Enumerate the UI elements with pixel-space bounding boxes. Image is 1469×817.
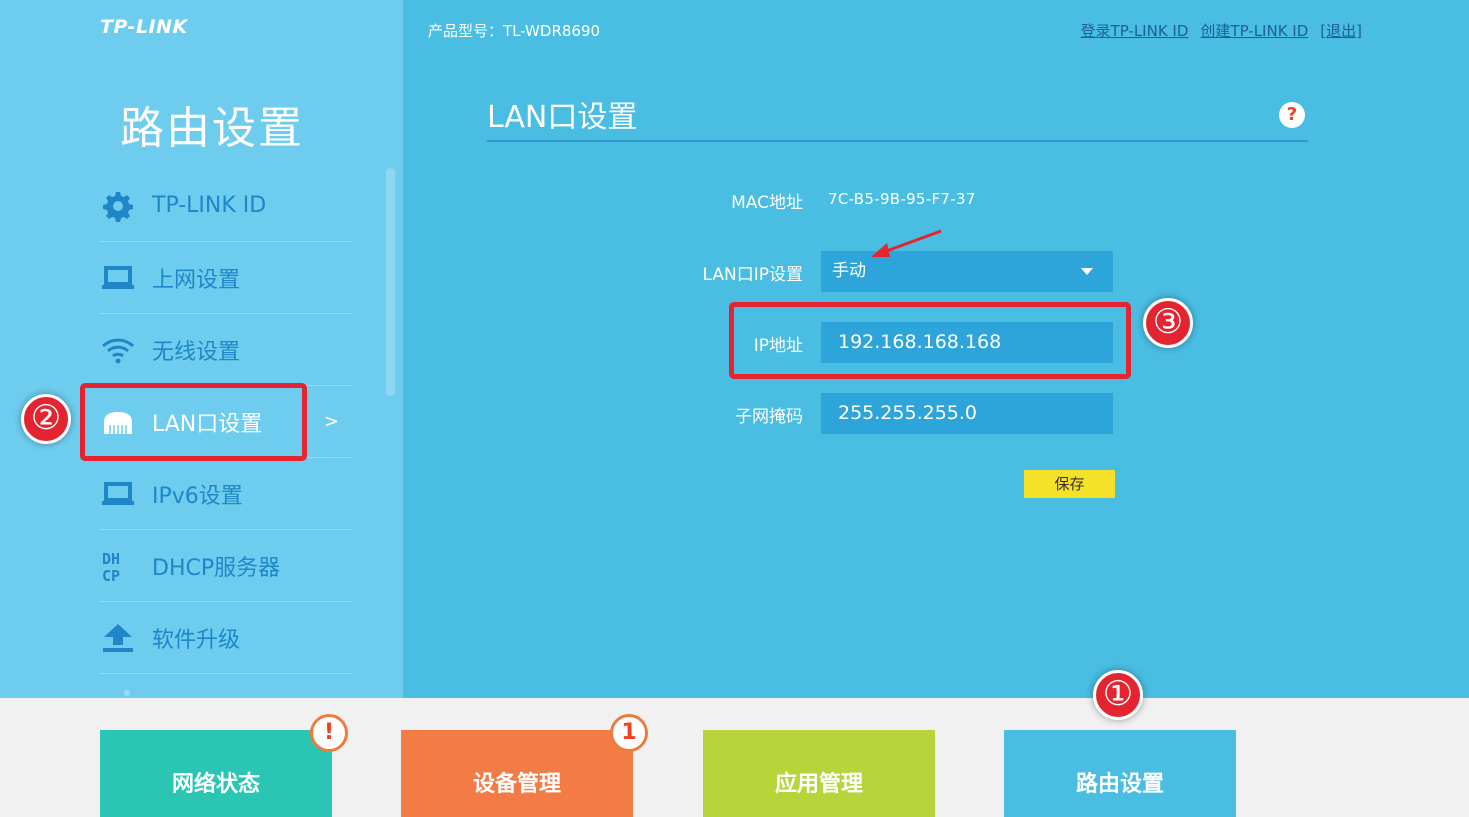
tile-router-settings[interactable]: 路由设置 [1004,730,1236,817]
tile-label: 网络状态 [171,772,260,797]
sidebar-item-ipv6[interactable]: IPv6设置 [100,458,353,530]
sidebar-item-label: 软件升级 [152,627,241,653]
wifi-icon [100,335,136,365]
page-title: LAN口设置 [487,100,638,135]
sidebar-item-label: IPv6设置 [152,483,243,509]
tile-network-status[interactable]: 网络状态 [100,730,332,817]
laptop-icon [100,263,136,293]
gear-icon [100,191,136,222]
lan-ip-mode-label: LAN口IP设置 [702,265,803,285]
dhcp-icon: DH CP [100,550,136,583]
tile-app-management[interactable]: 应用管理 [703,730,935,817]
count-badge: 1 [610,714,648,752]
sidebar-item-tplink-id[interactable]: TP-LINK ID [100,170,353,242]
subnet-mask-label: 子网掩码 [735,407,803,427]
tile-label: 设备管理 [472,772,561,797]
annotation-step-1: ① [1093,670,1143,720]
product-model: 产品型号：TL-WDR8690 [428,22,601,40]
svg-text:DH: DH [102,550,120,568]
svg-text:CP: CP [102,567,120,583]
annotation-step-2: ② [21,394,71,444]
alert-badge: ! [310,714,348,752]
title-divider [487,140,1308,142]
sidebar-item-label: 上网设置 [152,267,241,293]
sidebar-item-dhcp[interactable]: DH CP DHCP服务器 [100,530,353,602]
sidebar-item-partial [100,674,353,704]
subnet-mask-input[interactable] [821,393,1113,434]
sidebar: TP-LINK 路由设置 TP-LINK ID 上网设置 无线设置 LAN口设置 [0,0,403,698]
chevron-right-icon: > [323,411,339,432]
mac-label: MAC地址 [731,193,803,213]
help-icon[interactable]: ? [1279,102,1305,128]
save-button[interactable]: 保存 [1024,470,1115,498]
annotation-box-lan [80,383,307,461]
tplink-logo: TP-LINK [100,16,188,38]
tile-device-management[interactable]: 设备管理 [401,730,633,817]
laptop-icon [100,479,136,509]
lan-ip-mode-value: 手动 [832,261,866,281]
tile-label: 应用管理 [774,772,863,797]
sidebar-scrollbar[interactable] [386,168,395,396]
annotation-step-3: ③ [1143,298,1193,348]
mac-value: 7C-B5-9B-95-F7-37 [828,190,976,208]
arrow-annotation-icon [871,229,942,257]
account-links: 登录TP-LINK ID 创建TP-LINK ID [退出] [1081,20,1362,41]
create-id-link[interactable]: 创建TP-LINK ID [1200,20,1308,41]
sidebar-item-internet[interactable]: 上网设置 [100,242,353,314]
chevron-down-icon [1081,268,1093,275]
logout-link[interactable]: [退出] [1320,20,1362,41]
sidebar-item-label: TP-LINK ID [152,193,267,218]
tile-label: 路由设置 [1075,772,1164,797]
sidebar-item-label: DHCP服务器 [152,555,281,581]
login-link[interactable]: 登录TP-LINK ID [1081,20,1189,41]
sidebar-item-upgrade[interactable]: 软件升级 [100,602,353,674]
sidebar-item-wireless[interactable]: 无线设置 [100,314,353,386]
annotation-box-ip [729,302,1131,379]
upload-icon [100,623,136,653]
sidebar-item-label: 无线设置 [152,339,241,365]
sidebar-title: 路由设置 [120,103,304,154]
